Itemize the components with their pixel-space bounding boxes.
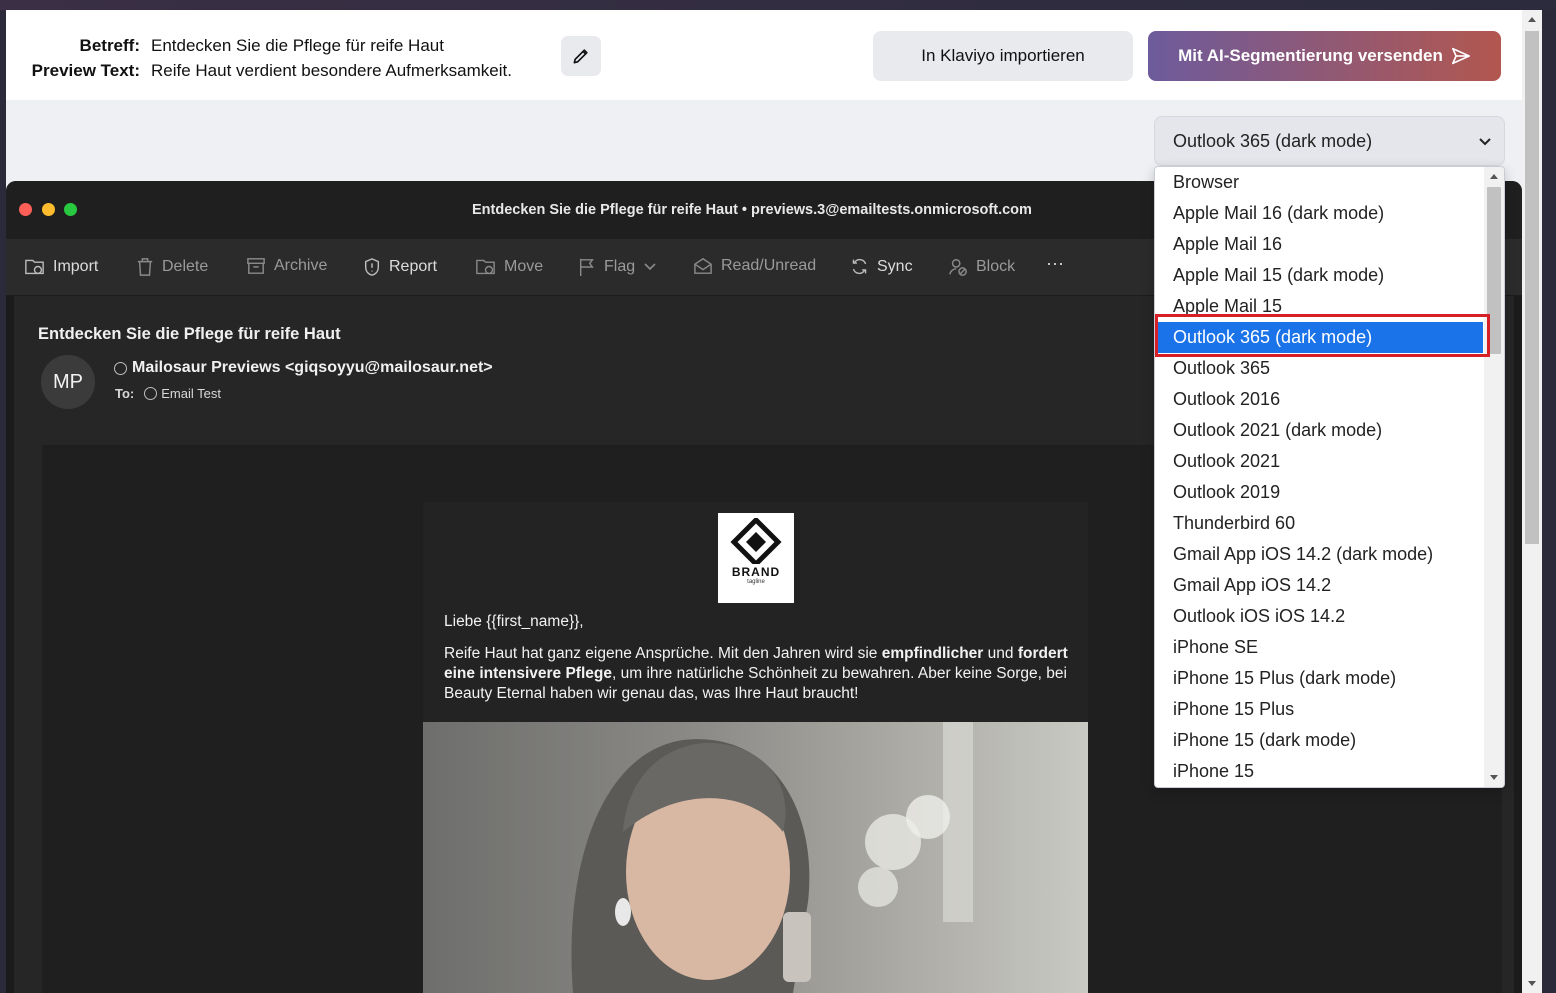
brand-diamond-icon: [730, 518, 782, 564]
window-top-strip: [0, 0, 1556, 10]
dropdown-scrollbar[interactable]: [1484, 167, 1504, 787]
client-option[interactable]: iPhone SE: [1156, 632, 1483, 663]
client-option[interactable]: Gmail App iOS 14.2: [1156, 570, 1483, 601]
shield-icon: [364, 258, 380, 276]
preview-text-label: Preview Text:: [31, 61, 140, 80]
client-option[interactable]: iPhone 15: [1156, 756, 1483, 787]
message-recipients: To: Email Test: [115, 386, 221, 401]
email-content: BRAND tagline Liebe {{first_name}}, Reif…: [423, 502, 1088, 993]
archive-icon: [247, 258, 265, 274]
client-option[interactable]: iPhone 15 Plus (dark mode): [1156, 663, 1483, 694]
toolbar-block[interactable]: Block: [948, 257, 1015, 277]
block-user-icon: [949, 259, 967, 276]
client-option[interactable]: Outlook 2019: [1156, 477, 1483, 508]
maximize-dot-icon: [64, 203, 77, 216]
scroll-up-icon[interactable]: [1490, 174, 1498, 179]
client-option[interactable]: Outlook 2016: [1156, 384, 1483, 415]
toolbar-more-icon[interactable]: ···: [1046, 253, 1064, 274]
toolbar-report[interactable]: Report: [363, 257, 437, 277]
client-option[interactable]: Thunderbird 60: [1156, 508, 1483, 539]
send-arrow-icon: [1451, 47, 1470, 65]
page-scroll-thumb[interactable]: [1525, 31, 1539, 544]
toolbar-move[interactable]: Move: [475, 257, 543, 276]
message-sender: Mailosaur Previews <giqsoyyu@mailosaur.n…: [114, 359, 493, 377]
scroll-up-icon[interactable]: [1528, 17, 1536, 22]
email-greeting: Liebe {{first_name}},: [444, 613, 584, 630]
hero-image: [423, 722, 1088, 993]
presence-icon: [144, 387, 158, 400]
selection-highlight-box: [1155, 314, 1490, 357]
client-option[interactable]: Gmail App iOS 14.2 (dark mode): [1156, 539, 1483, 570]
minimize-dot-icon: [42, 203, 55, 216]
scroll-down-icon[interactable]: [1528, 981, 1536, 986]
edit-meta-button[interactable]: [561, 36, 601, 76]
send-ai-segmentation-button[interactable]: Mit AI-Segmentierung versenden: [1148, 31, 1501, 81]
email-client-selected: Outlook 365 (dark mode): [1173, 130, 1373, 151]
meta-values: Entdecken Sie die Pflege für reife Haut …: [151, 33, 512, 83]
chevron-down-icon: [644, 263, 656, 271]
sync-icon: [852, 258, 867, 275]
client-option[interactable]: Outlook 2021 (dark mode): [1156, 415, 1483, 446]
client-option[interactable]: Apple Mail 16 (dark mode): [1156, 198, 1483, 229]
subject-label: Betreff:: [79, 36, 140, 55]
toolbar-archive[interactable]: Archive: [246, 257, 327, 275]
client-option[interactable]: Outlook 2021: [1156, 446, 1483, 477]
toolbar-import[interactable]: Import: [24, 257, 98, 276]
email-client-dropdown: Browser Apple Mail 16 (dark mode) Apple …: [1154, 166, 1505, 788]
message-subject: Entdecken Sie die Pflege für reife Haut: [38, 325, 341, 343]
brand-logo-text: BRAND: [731, 565, 781, 579]
page-scrollbar[interactable]: [1522, 10, 1542, 993]
client-option[interactable]: iPhone 15 (dark mode): [1156, 725, 1483, 756]
envelope-open-icon: [694, 257, 712, 274]
toolbar-delete[interactable]: Delete: [136, 257, 208, 277]
close-dot-icon: [19, 203, 32, 216]
brand-tagline: tagline: [747, 579, 765, 585]
brand-logo: BRAND tagline: [718, 513, 794, 603]
import-icon: [25, 259, 44, 275]
client-option[interactable]: Outlook iOS iOS 14.2: [1156, 601, 1483, 632]
email-client-select[interactable]: Outlook 365 (dark mode): [1154, 116, 1505, 166]
hero-image-illustration: [571, 722, 973, 993]
pencil-icon: [573, 49, 588, 64]
toolbar-flag[interactable]: Flag: [578, 257, 657, 277]
meta-labels: Betreff: Preview Text:: [22, 33, 140, 83]
client-option[interactable]: Outlook 365: [1156, 353, 1483, 384]
outlook-window-title: Entdecken Sie die Pflege für reife Haut …: [472, 202, 1032, 218]
scroll-down-icon[interactable]: [1490, 775, 1498, 780]
move-folder-icon: [476, 259, 495, 275]
subject-value: Entdecken Sie die Pflege für reife Haut: [151, 36, 444, 55]
toolbar-sync[interactable]: Sync: [850, 257, 913, 276]
flag-icon: [579, 258, 594, 276]
client-option[interactable]: iPhone 15 Plus: [1156, 694, 1483, 725]
preview-text-value: Reife Haut verdient besondere Aufmerksam…: [151, 61, 512, 80]
send-ai-label: Mit AI-Segmentierung versenden: [1178, 46, 1443, 65]
email-paragraph: Reife Haut hat ganz eigene Ansprüche. Mi…: [444, 645, 1068, 702]
to-label: To:: [115, 386, 135, 401]
presence-icon: [114, 361, 127, 375]
recipient: Email Test: [144, 386, 221, 401]
avatar: MP: [41, 355, 95, 409]
toolbar-read-unread[interactable]: Read/Unread: [693, 257, 816, 275]
trash-icon: [137, 258, 153, 276]
import-klaviyo-button[interactable]: In Klaviyo importieren: [873, 31, 1133, 81]
header-bar: Betreff: Preview Text: Entdecken Sie die…: [6, 10, 1522, 100]
chevron-down-icon: [1479, 138, 1491, 146]
client-option[interactable]: Apple Mail 15 (dark mode): [1156, 260, 1483, 291]
client-option[interactable]: Apple Mail 16: [1156, 229, 1483, 260]
client-option[interactable]: Browser: [1156, 167, 1483, 198]
